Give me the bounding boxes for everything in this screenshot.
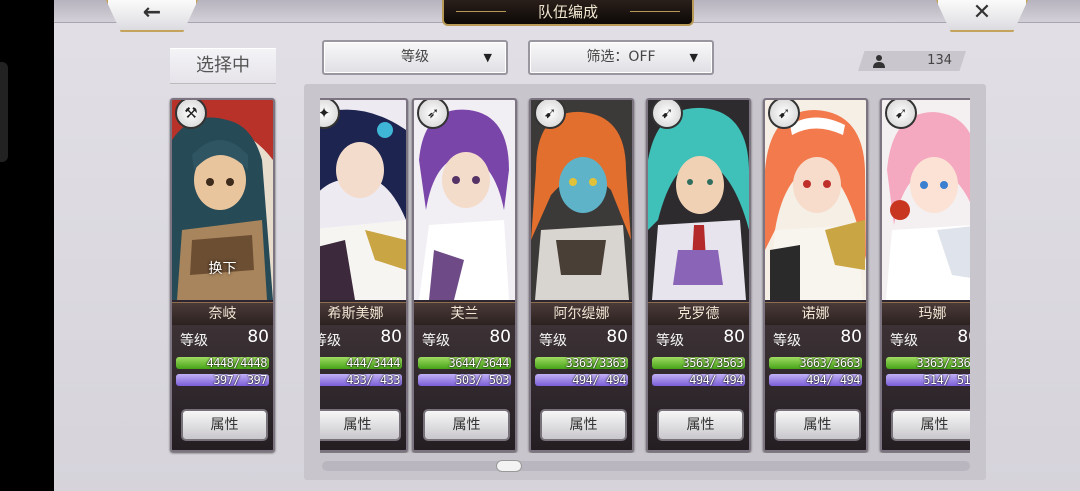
- arrow-left-icon: ←: [142, 0, 162, 25]
- spear-icon: ➶: [417, 100, 449, 129]
- unit-portrait: [414, 100, 515, 300]
- level-label: 等级: [773, 333, 801, 349]
- hp-bar: 3363/3363: [886, 357, 970, 369]
- mp-bar: 397/ 397: [176, 374, 269, 386]
- unit-portrait: [648, 100, 749, 300]
- unit-name: 诺娜: [765, 302, 866, 325]
- swap-out-label: 换下: [208, 261, 237, 277]
- device-edge: [0, 0, 54, 491]
- close-button[interactable]: ✕: [936, 0, 1028, 32]
- unit-count-badge: 134: [858, 51, 966, 71]
- attributes-button[interactable]: 属性: [181, 409, 268, 441]
- roster-list[interactable]: ✦ 希斯美娜 等级 80 444/3444 433/ 433 属性 ➶ 芙兰: [320, 98, 970, 453]
- unit-stats: 等级 80 3363/3363 514/ 514 属性: [882, 325, 970, 450]
- hp-bar: 444/3444: [320, 357, 402, 369]
- bow-icon: ➹: [534, 100, 566, 129]
- roster-card[interactable]: ➹ 克罗德 等级 80 3563/3563 494/ 494 属性: [646, 98, 751, 452]
- hp-bar: 3363/3363: [535, 357, 628, 369]
- bow-icon: ➹: [651, 100, 683, 129]
- level-value: 80: [380, 327, 402, 347]
- level-label: 等级: [320, 333, 341, 349]
- level-value: 80: [957, 327, 970, 347]
- unit-stats: 等级 80 3363/3363 494/ 494 属性: [531, 325, 632, 450]
- filter-dropdown[interactable]: 筛选：OFF ▼: [528, 40, 714, 75]
- level-value: 80: [840, 327, 862, 347]
- device-notch: [0, 62, 8, 162]
- mp-bar: 433/ 433: [320, 374, 402, 386]
- unit-portrait: [882, 100, 970, 300]
- roster-card[interactable]: ✦ 希斯美娜 等级 80 444/3444 433/ 433 属性: [320, 98, 408, 452]
- roster-scrollbar[interactable]: [322, 460, 970, 472]
- unit-name: 克罗德: [648, 302, 749, 325]
- level-value: 80: [489, 327, 511, 347]
- scrollbar-thumb[interactable]: [496, 460, 522, 472]
- unit-name: 阿尔缇娜: [531, 302, 632, 325]
- unit-name: 玛娜: [882, 302, 970, 325]
- attributes-button[interactable]: 属性: [891, 409, 970, 441]
- unit-portrait: [531, 100, 632, 300]
- level-label: 等级: [890, 333, 918, 349]
- roster-card[interactable]: ➹ 玛娜 等级 80 3363/3363 514/ 514 属性: [880, 98, 970, 452]
- unit-stats: 等级 80 444/3444 433/ 433 属性: [320, 325, 406, 450]
- axe-icon: ⚒: [175, 100, 207, 129]
- unit-name: 希斯美娜: [320, 302, 406, 325]
- unit-stats: 等级 80 4448/4448 397/ 397 属性: [172, 325, 273, 450]
- unit-stats: 等级 80 3644/3644 503/ 503 属性: [414, 325, 515, 450]
- level-label: 等级: [656, 333, 684, 349]
- bow-icon: ➹: [885, 100, 917, 129]
- hp-bar: 3663/3663: [769, 357, 862, 369]
- chevron-down-icon: ▼: [483, 51, 492, 64]
- level-value: 80: [247, 327, 269, 347]
- level-label: 等级: [180, 333, 208, 349]
- roster-card[interactable]: ➹ 诺娜 等级 80 3663/3663 494/ 494 属性: [763, 98, 868, 452]
- mp-bar: 494/ 494: [535, 374, 628, 386]
- level-label: 等级: [539, 333, 567, 349]
- attributes-button[interactable]: 属性: [657, 409, 744, 441]
- attributes-button[interactable]: 属性: [774, 409, 861, 441]
- page-title: 队伍编成: [442, 0, 694, 26]
- attributes-button[interactable]: 属性: [320, 409, 401, 441]
- mp-bar: 503/ 503: [418, 374, 511, 386]
- unit-name: 奈岐: [172, 302, 273, 325]
- hp-bar: 4448/4448: [176, 357, 269, 369]
- sort-dropdown[interactable]: 等级 ▼: [322, 40, 508, 75]
- bow-icon: ➹: [768, 100, 800, 129]
- hp-bar: 3644/3644: [418, 357, 511, 369]
- close-icon: ✕: [972, 0, 992, 25]
- level-value: 80: [723, 327, 745, 347]
- team-formation-screen: ← 队伍编成 ✕ 选择中 等级 ▼ 筛选：OFF ▼ 134 ⚒ 换下 奈岐 等…: [54, 0, 1080, 491]
- unit-stats: 等级 80 3663/3663 494/ 494 属性: [765, 325, 866, 450]
- staff-icon: ✦: [320, 100, 340, 129]
- attributes-button[interactable]: 属性: [540, 409, 627, 441]
- unit-count-value: 134: [927, 53, 952, 68]
- roster-card[interactable]: ➶ 芙兰 等级 80 3644/3644 503/ 503 属性: [412, 98, 517, 452]
- unit-name: 芙兰: [414, 302, 515, 325]
- hp-bar: 3563/3563: [652, 357, 745, 369]
- level-label: 等级: [422, 333, 450, 349]
- unit-portrait: [320, 100, 406, 300]
- attributes-button[interactable]: 属性: [423, 409, 510, 441]
- mp-bar: 494/ 494: [769, 374, 862, 386]
- back-button[interactable]: ←: [106, 0, 198, 32]
- filter-label: 筛选：OFF: [586, 49, 656, 65]
- roster-card[interactable]: ➹ 阿尔缇娜 等级 80 3363/3363 494/ 494 属性: [529, 98, 634, 452]
- mp-bar: 514/ 514: [886, 374, 970, 386]
- unit-stats: 等级 80 3563/3563 494/ 494 属性: [648, 325, 749, 450]
- person-icon: [873, 55, 885, 68]
- sort-label: 等级: [401, 49, 429, 65]
- selected-unit-card[interactable]: ⚒ 换下 奈岐 等级 80 4448/4448 397/ 397 属性: [170, 98, 275, 452]
- mp-bar: 494/ 494: [652, 374, 745, 386]
- selected-label: 选择中: [170, 48, 276, 84]
- level-value: 80: [606, 327, 628, 347]
- chevron-down-icon: ▼: [689, 51, 698, 64]
- unit-portrait: [765, 100, 866, 300]
